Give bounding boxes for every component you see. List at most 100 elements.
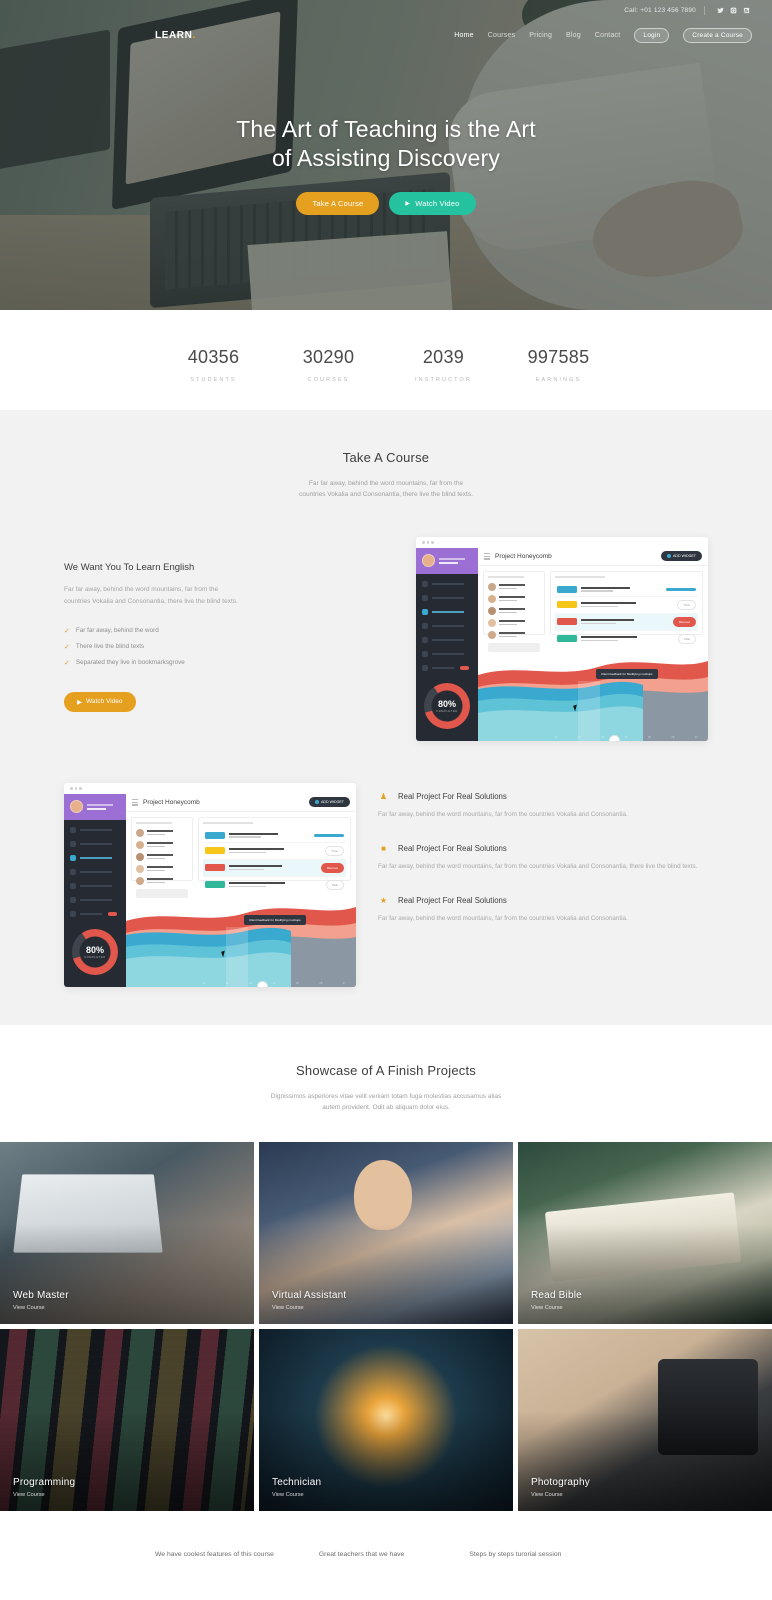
stat-earnings: 997585 EARNINGS: [501, 347, 616, 383]
activity-card: Time Remove Task: [198, 816, 351, 890]
avatar: [70, 800, 83, 814]
list-item: [488, 630, 540, 639]
project-card-virtual-assistant[interactable]: Virtual Assistant View Course: [259, 1141, 513, 1324]
phone-number: Call: +01 123 456 7890: [624, 6, 696, 14]
project-card-web-master[interactable]: Web Master View Course: [0, 1141, 254, 1324]
view-course-link[interactable]: View Course: [531, 1305, 582, 1311]
take-a-course-button[interactable]: Take A Course: [296, 191, 380, 215]
subtitle-line2: autem provident. Odit ab aliquam dolor e…: [322, 1104, 450, 1112]
section-subtitle: Far far away, behind the word mountains,…: [0, 478, 772, 501]
dashboard-profile: [416, 547, 478, 574]
list-item: [488, 618, 540, 627]
take-a-course-section: Take A Course Far far away, behind the w…: [0, 410, 772, 1025]
project-card-programming[interactable]: Programming View Course: [0, 1328, 254, 1511]
list-item: ✓ There live the blind texts: [64, 643, 244, 651]
project-card-technician[interactable]: Technician View Course: [259, 1328, 513, 1511]
watch-video-label: Watch Video: [415, 198, 460, 208]
watch-video-small-button[interactable]: ▶ Watch Video: [64, 691, 136, 712]
play-icon: ▶: [405, 200, 411, 207]
dashboard-title: Project Honeycomb: [143, 798, 200, 806]
project-card-read-bible[interactable]: Read Bible View Course: [518, 1141, 772, 1324]
stat-label: INSTRUCTOR: [415, 377, 472, 383]
showcase-title: Showcase of A Finish Projects: [296, 1062, 476, 1078]
progress-label: COMPLETED: [436, 709, 458, 713]
twitter-icon[interactable]: [715, 5, 726, 16]
tick-label: 22: [225, 981, 229, 985]
hero-buttons: Take A Course ▶ Watch Video: [296, 191, 476, 215]
project-card-photography[interactable]: Photography View Course: [518, 1328, 772, 1511]
area-chart: 21 22 23 24 25 26 27 Client feedback for…: [126, 891, 356, 987]
login-button[interactable]: Login: [634, 27, 670, 43]
view-course-link[interactable]: View Course: [272, 1492, 321, 1498]
progress-ring: 80% COMPLETED: [416, 673, 480, 738]
card-title: Web Master: [13, 1289, 69, 1301]
hamburger-icon[interactable]: [484, 552, 490, 560]
view-course-link[interactable]: View Course: [13, 1305, 69, 1311]
add-widget-button[interactable]: ADD WIDGET: [661, 551, 702, 562]
watch-video-button[interactable]: ▶ Watch Video: [389, 191, 476, 215]
table-row: Remove: [203, 859, 346, 877]
nav-item-blog[interactable]: Blog: [566, 32, 581, 39]
add-widget-button[interactable]: ADD WIDGET: [309, 797, 350, 808]
chart-tooltip: Client feedback for Modifying mockups: [244, 914, 306, 926]
avatar: [422, 554, 435, 568]
site-logo[interactable]: LEARN.: [155, 30, 196, 41]
list-item: [136, 840, 188, 849]
instagram-icon[interactable]: [728, 5, 739, 16]
chart-handle[interactable]: [258, 981, 267, 987]
badge: [460, 665, 469, 670]
menu-item: [70, 896, 126, 903]
nav-item-pricing[interactable]: Pricing: [529, 32, 552, 39]
menu-item: [70, 868, 126, 875]
nav-item-contact[interactable]: Contact: [595, 32, 621, 39]
view-course-link[interactable]: View Course: [272, 1305, 346, 1311]
tick-label: 27: [342, 981, 346, 985]
list-item: [136, 876, 188, 885]
features-image-column: 80% COMPLETED Project Honeycomb ADD WIDG…: [64, 782, 356, 987]
menu-item: [422, 650, 478, 657]
menu-item: [422, 636, 478, 643]
hero-content: The Art of Teaching is the Art of Assist…: [0, 0, 772, 310]
card-title: Read Bible: [531, 1289, 582, 1301]
menu-item: [70, 910, 126, 917]
stat-students: 40356 STUDENTS: [156, 347, 271, 383]
dashboard-screenshot: 80% COMPLETED Project Honeycomb ADD WIDG…: [416, 536, 708, 741]
card-title: Virtual Assistant: [272, 1289, 347, 1301]
progress-value: 80%: [437, 698, 456, 709]
menu-item: [70, 882, 126, 889]
nav-item-home[interactable]: Home: [454, 32, 473, 39]
tick-label: 26: [319, 981, 323, 985]
window-dots: [416, 536, 708, 548]
nav-item-courses[interactable]: Courses: [488, 32, 515, 39]
rss-icon[interactable]: [741, 5, 752, 16]
check-icon: ✓: [64, 627, 70, 635]
stats-section: 40356 STUDENTS 30290 COURSES 2039 INSTRU…: [0, 310, 772, 410]
create-course-button[interactable]: Create a Course: [683, 27, 752, 43]
hero-title: The Art of Teaching is the Art of Assist…: [236, 115, 536, 171]
main-navbar: LEARN. Home Courses Pricing Blog Contact…: [0, 24, 772, 46]
person-icon: ♟: [379, 791, 388, 801]
tick-label: 23: [601, 735, 604, 739]
course-text-column: We Want You To Learn English Far far awa…: [64, 537, 244, 712]
table-row: [203, 829, 346, 843]
tick-label: 25: [295, 981, 299, 985]
chart-handle[interactable]: [610, 735, 619, 741]
view-course-link[interactable]: View Course: [531, 1492, 590, 1498]
dashboard-title: Project Honeycomb: [495, 552, 552, 560]
divider: [704, 5, 705, 15]
dashboard-profile: [64, 793, 126, 820]
showcase-subtitle: Dignissimos asperiores vitae velit venia…: [0, 1091, 772, 1114]
feature-item-2: ■ Real Project For Real Solutions Far fa…: [378, 843, 708, 873]
progress-ring: 80% COMPLETED: [64, 919, 128, 984]
feature-title: Real Project For Real Solutions: [398, 895, 507, 905]
chart-x-axis: 21 22 23 24 25 26 27: [192, 982, 356, 985]
hero-section: Call: +01 123 456 7890 LEARN. Home Cours…: [0, 0, 772, 310]
check-label: Far far away, behind the word: [75, 627, 159, 635]
bottom-item-2: Great teachers that we have: [318, 1550, 405, 1558]
logo-text: LEARN: [155, 29, 193, 41]
hamburger-icon[interactable]: [132, 798, 138, 806]
view-course-link[interactable]: View Course: [13, 1492, 75, 1498]
dashboard-sidebar: 80% COMPLETED: [64, 793, 128, 987]
menu-item: [70, 854, 126, 861]
stat-instructor: 2039 INSTRUCTOR: [386, 347, 501, 383]
